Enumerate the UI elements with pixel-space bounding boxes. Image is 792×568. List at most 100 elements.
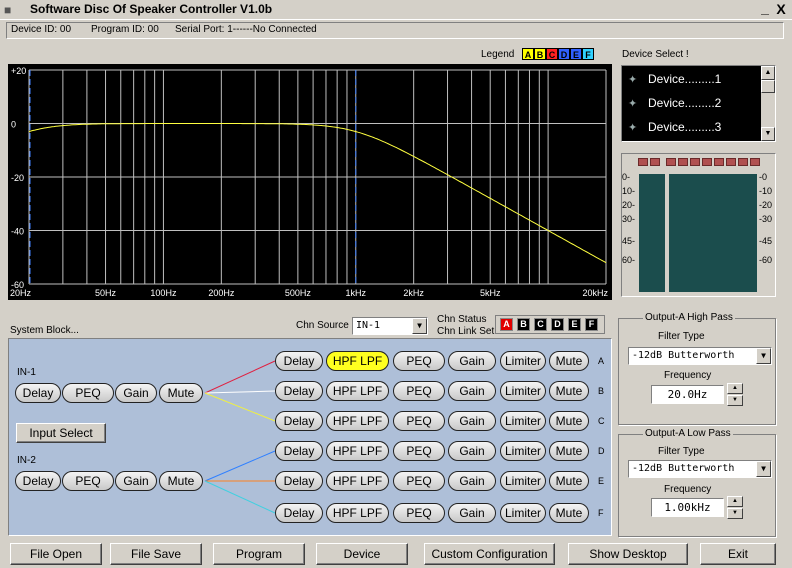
in1-mute-button[interactable]: Mute: [159, 383, 203, 403]
x-tick-label: 100Hz: [150, 288, 177, 298]
channel-button-c[interactable]: C: [534, 318, 547, 331]
hp-frequency-input[interactable]: 20.0Hz: [651, 385, 724, 404]
legend-item-c[interactable]: C: [546, 48, 558, 60]
x-tick-label: 5kHz: [480, 288, 501, 298]
custom-configuration-button[interactable]: Custom Configuration: [424, 543, 555, 565]
output-letter-a: A: [598, 356, 605, 366]
out-b-peq-button[interactable]: PEQ: [393, 381, 445, 401]
hp-frequency-up-icon[interactable]: ▲: [727, 383, 743, 394]
out-d-mute-button[interactable]: Mute: [549, 441, 589, 461]
device-item-3[interactable]: ✦ Device.........3: [628, 120, 721, 134]
out-f-limiter-button[interactable]: Limiter: [500, 503, 546, 523]
lp-frequency-up-icon[interactable]: ▲: [727, 496, 743, 507]
graph-canvas: +200-20-40-6020Hz 50Hz 100Hz 200Hz 500Hz 1kHz…: [10, 66, 608, 298]
chevron-down-icon[interactable]: ▼: [412, 318, 427, 334]
out-e-mute-button[interactable]: Mute: [549, 471, 589, 491]
chevron-down-icon[interactable]: ▼: [756, 348, 771, 364]
out-b-limiter-button[interactable]: Limiter: [500, 381, 546, 401]
out-e-peq-button[interactable]: PEQ: [393, 471, 445, 491]
out-d-limiter-button[interactable]: Limiter: [500, 441, 546, 461]
out-f-peq-button[interactable]: PEQ: [393, 503, 445, 523]
out-b-gain-button[interactable]: Gain: [448, 381, 496, 401]
out-c-gain-button[interactable]: Gain: [448, 411, 496, 431]
chn-source-select[interactable]: IN-1 ▼: [352, 317, 428, 335]
out-c-peq-button[interactable]: PEQ: [393, 411, 445, 431]
channel-button-d[interactable]: D: [551, 318, 564, 331]
out-a-limiter-button[interactable]: Limiter: [500, 351, 546, 371]
minimize-button[interactable]: _: [757, 1, 773, 17]
device-item-1[interactable]: ✦ Device.........1: [628, 72, 721, 86]
channel-button-b[interactable]: B: [517, 318, 530, 331]
exit-button[interactable]: Exit: [700, 543, 776, 565]
file-open-button[interactable]: File Open: [10, 543, 102, 565]
in2-gain-button[interactable]: Gain: [115, 471, 157, 491]
out-e-hpf-lpf-button[interactable]: HPF LPF: [326, 471, 389, 491]
out-f-delay-button[interactable]: Delay: [275, 503, 323, 523]
hp-filter-type-select[interactable]: -12dB Butterworth ▼: [628, 347, 772, 365]
close-button[interactable]: X: [773, 1, 789, 17]
device-list[interactable]: ✦ Device.........1 ✦ Device.........2 ✦ Dev…: [621, 65, 776, 142]
meter-tick-right: -60: [759, 255, 773, 265]
legend-item-d[interactable]: D: [558, 48, 570, 60]
legend-item-f[interactable]: F: [582, 48, 594, 60]
channel-button-e[interactable]: E: [568, 318, 581, 331]
chn-source-value: IN-1: [356, 320, 381, 331]
out-d-peq-button[interactable]: PEQ: [393, 441, 445, 461]
out-a-delay-button[interactable]: Delay: [275, 351, 323, 371]
in1-delay-button[interactable]: Delay: [15, 383, 61, 403]
lp-frequency-down-icon[interactable]: ▼: [727, 508, 743, 519]
chevron-down-icon[interactable]: ▼: [756, 461, 771, 477]
legend-item-b[interactable]: B: [534, 48, 546, 60]
x-tick-label: 2kHz: [403, 288, 424, 298]
in2-mute-button[interactable]: Mute: [159, 471, 203, 491]
lp-filter-type-value: -12dB Butterworth: [632, 463, 735, 474]
hp-frequency-down-icon[interactable]: ▼: [727, 395, 743, 406]
in1-peq-button[interactable]: PEQ: [62, 383, 114, 403]
out-f-mute-button[interactable]: Mute: [549, 503, 589, 523]
scroll-down-icon[interactable]: ▼: [761, 127, 775, 141]
device-item-2[interactable]: ✦ Device.........2: [628, 96, 721, 110]
legend-item-e[interactable]: E: [570, 48, 582, 60]
input-select-button[interactable]: Input Select: [16, 423, 106, 443]
out-b-hpf-lpf-button[interactable]: HPF LPF: [326, 381, 389, 401]
out-e-gain-button[interactable]: Gain: [448, 471, 496, 491]
lp-frequency-label: Frequency: [664, 484, 712, 495]
lp-filter-type-select[interactable]: -12dB Butterworth ▼: [628, 460, 772, 478]
out-c-delay-button[interactable]: Delay: [275, 411, 323, 431]
out-a-gain-button[interactable]: Gain: [448, 351, 496, 371]
channel-button-f[interactable]: F: [585, 318, 598, 331]
out-d-delay-button[interactable]: Delay: [275, 441, 323, 461]
out-c-mute-button[interactable]: Mute: [549, 411, 589, 431]
in1-gain-button[interactable]: Gain: [115, 383, 157, 403]
out-f-hpf-lpf-button[interactable]: HPF LPF: [326, 503, 389, 523]
out-d-gain-button[interactable]: Gain: [448, 441, 496, 461]
out-b-delay-button[interactable]: Delay: [275, 381, 323, 401]
out-b-mute-button[interactable]: Mute: [549, 381, 589, 401]
out-f-gain-button[interactable]: Gain: [448, 503, 496, 523]
scroll-up-icon[interactable]: ▲: [761, 66, 775, 80]
scroll-thumb[interactable]: [761, 80, 775, 93]
show-desktop-button[interactable]: Show Desktop: [568, 543, 688, 565]
channel-button-a[interactable]: A: [500, 318, 513, 331]
device-button[interactable]: Device: [316, 543, 408, 565]
out-e-limiter-button[interactable]: Limiter: [500, 471, 546, 491]
legend-item-a[interactable]: A: [522, 48, 534, 60]
out-a-hpf-lpf-button[interactable]: HPF LPF: [326, 351, 389, 371]
frequency-response-graph[interactable]: +20 0 -20 -40 -60 20Hz 50Hz 100Hz 200Hz 500Hz 1kHz…: [8, 64, 612, 300]
out-e-delay-button[interactable]: Delay: [275, 471, 323, 491]
out-c-limiter-button[interactable]: Limiter: [500, 411, 546, 431]
out-c-hpf-lpf-button[interactable]: HPF LPF: [326, 411, 389, 431]
in2-peq-button[interactable]: PEQ: [62, 471, 114, 491]
output-letter-f: F: [598, 508, 604, 518]
legend-label: Legend: [481, 49, 515, 60]
lp-frequency-input[interactable]: 1.00kHz: [651, 498, 724, 517]
in2-delay-button[interactable]: Delay: [15, 471, 61, 491]
out-a-peq-button[interactable]: PEQ: [393, 351, 445, 371]
out-a-mute-button[interactable]: Mute: [549, 351, 589, 371]
device-list-scrollbar[interactable]: ▲ ▼: [761, 66, 775, 141]
program-button[interactable]: Program: [213, 543, 305, 565]
meter-tick-left: 20-: [622, 200, 636, 210]
file-save-button[interactable]: File Save: [110, 543, 202, 565]
status-strip: Device ID: 00 Program ID: 00 Serial Port…: [6, 22, 784, 39]
out-d-hpf-lpf-button[interactable]: HPF LPF: [326, 441, 389, 461]
